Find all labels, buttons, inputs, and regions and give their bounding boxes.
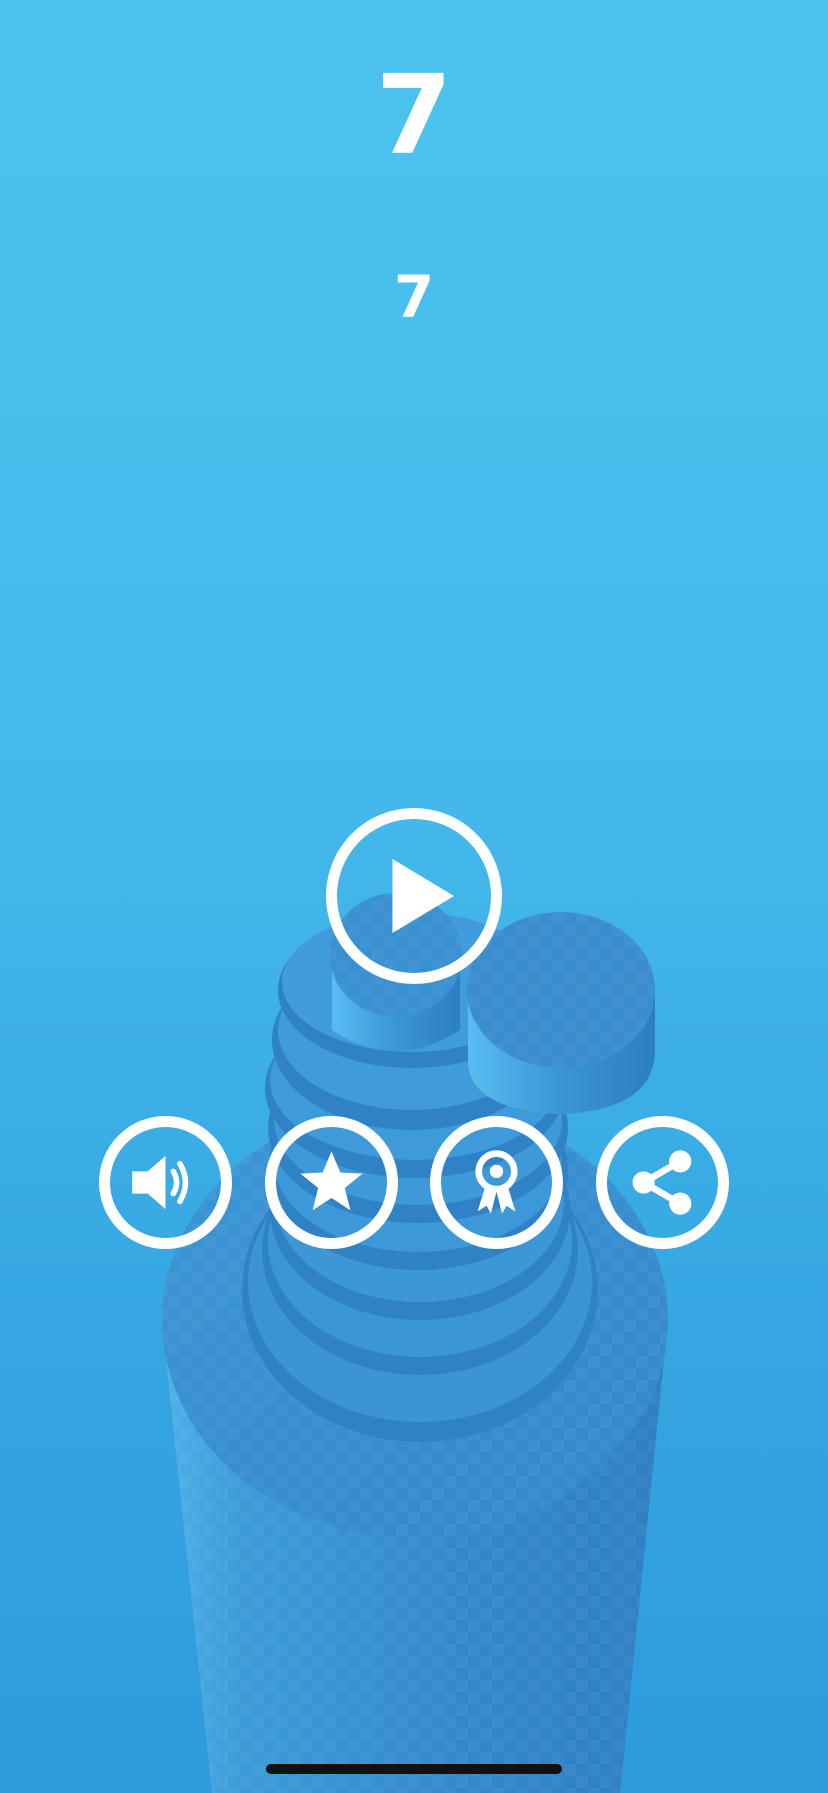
player-disk [467, 912, 655, 1114]
share-icon [632, 1150, 692, 1215]
ribbon-award-icon [475, 1150, 518, 1214]
play-button[interactable] [326, 808, 502, 984]
star-icon [300, 1151, 363, 1211]
share-button[interactable] [596, 1116, 729, 1249]
home-indicator[interactable] [266, 1764, 562, 1774]
best-score-label: 7 [393, 263, 435, 331]
play-icon [392, 859, 455, 933]
rate-button[interactable] [265, 1116, 398, 1249]
speaker-icon [132, 1155, 189, 1210]
score-label: 7 [375, 51, 453, 179]
achievements-button[interactable] [430, 1116, 563, 1249]
sound-toggle-button[interactable] [99, 1116, 232, 1249]
